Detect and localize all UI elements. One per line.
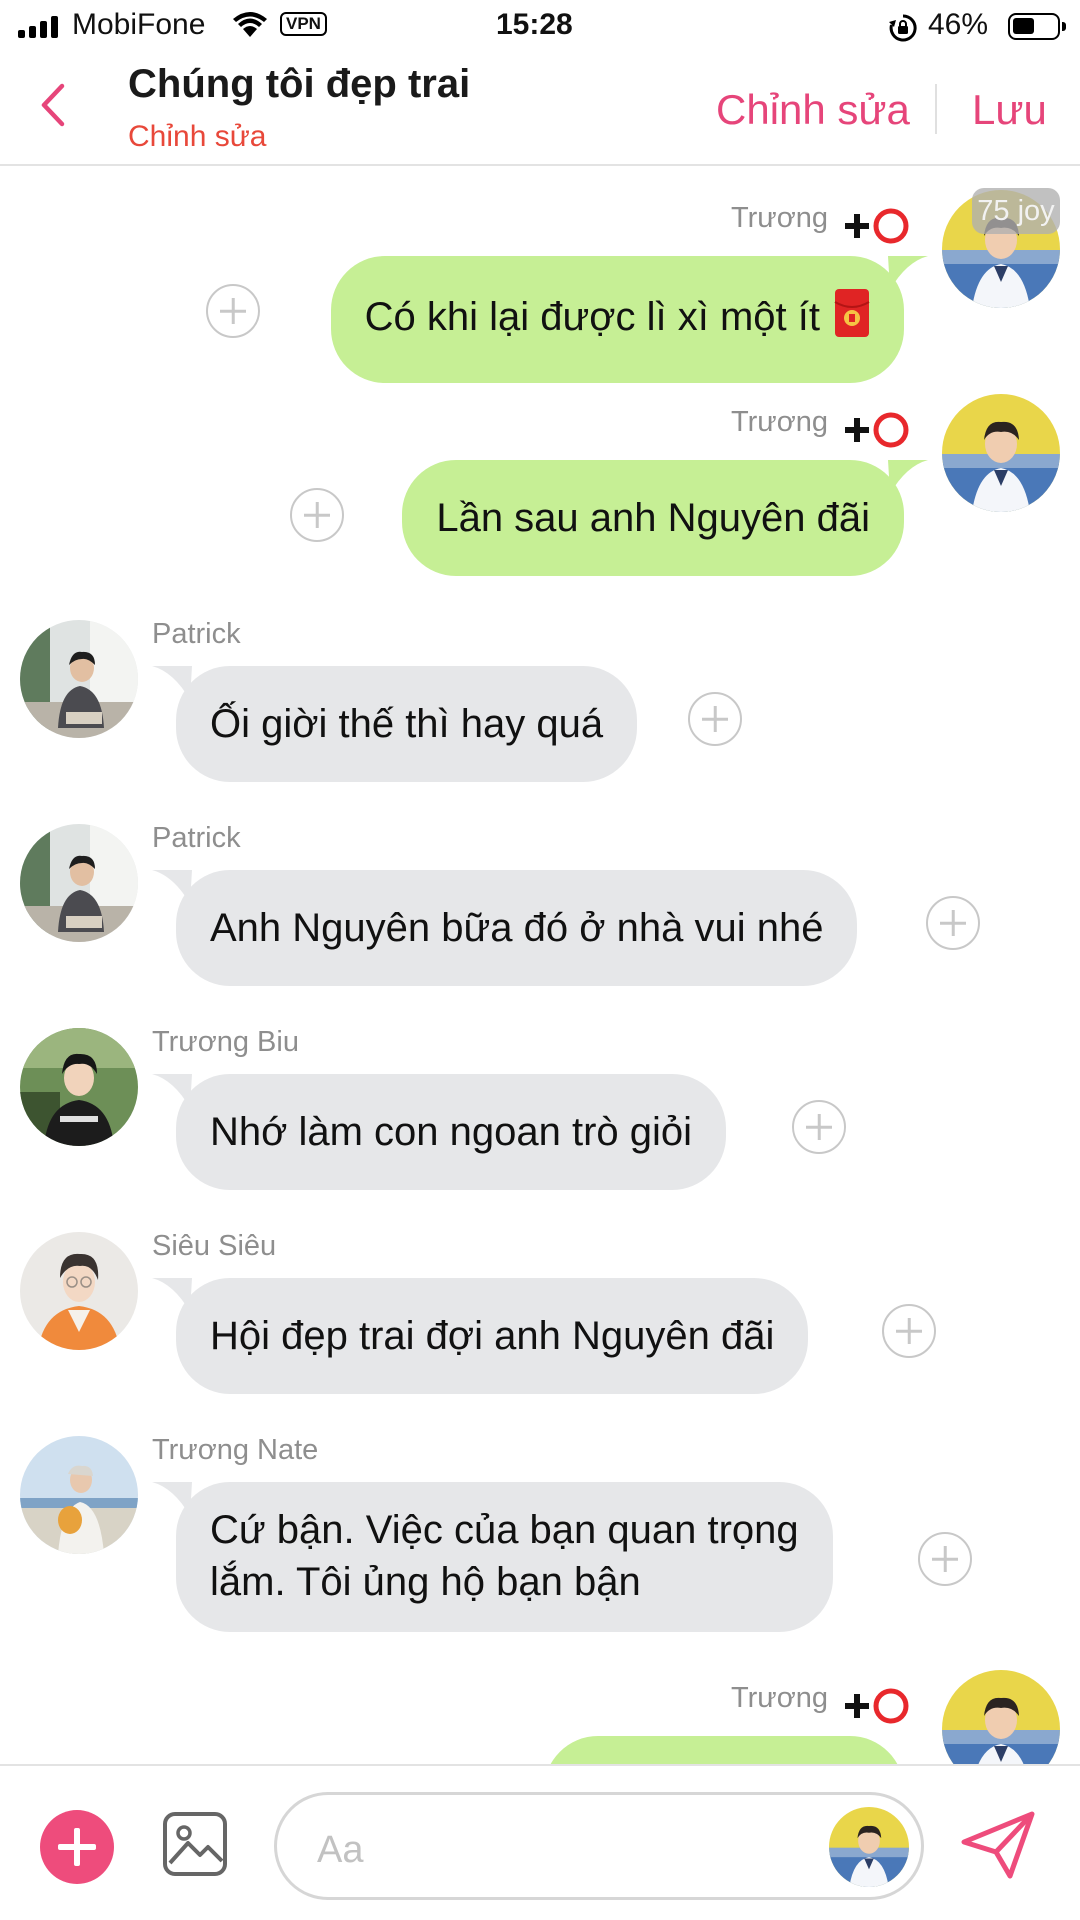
carrier-name: MobiFone bbox=[72, 8, 206, 41]
battery-icon bbox=[1008, 13, 1066, 40]
avatar[interactable] bbox=[20, 1232, 138, 1350]
message-text: Có khi lại được lì xì một ít bbox=[364, 295, 820, 340]
sender-name: Patrick bbox=[152, 618, 241, 650]
add-reaction-button[interactable] bbox=[882, 1304, 936, 1358]
page-subtitle: Chỉnh sửa bbox=[128, 120, 267, 153]
add-reaction-button[interactable] bbox=[206, 284, 260, 338]
avatar[interactable] bbox=[942, 1670, 1060, 1766]
back-chevron-icon[interactable] bbox=[38, 80, 68, 135]
avatar[interactable] bbox=[20, 824, 138, 942]
page-title: Chúng tôi đẹp trai bbox=[128, 62, 471, 106]
add-reaction-button[interactable] bbox=[290, 488, 344, 542]
sender-name: Trương bbox=[731, 202, 828, 234]
message-bubble[interactable]: Cứ bận. Việc của bạn quan trọng lắm. Tôi… bbox=[176, 1482, 833, 1632]
message-bubble[interactable]: Ối giời thế thì hay quá bbox=[176, 666, 638, 782]
avatar[interactable] bbox=[942, 394, 1060, 512]
message-input[interactable]: Aa bbox=[274, 1792, 924, 1900]
chat-header: Chúng tôi đẹp trai Chỉnh sửa Chỉnh sửa L… bbox=[0, 52, 1080, 166]
add-reaction-button[interactable] bbox=[926, 896, 980, 950]
avatar[interactable] bbox=[20, 1436, 138, 1554]
wifi-icon bbox=[232, 11, 268, 44]
plus-icon[interactable] bbox=[40, 1810, 114, 1884]
message-bubble[interactable] bbox=[544, 1736, 904, 1766]
sticker-avatar[interactable] bbox=[829, 1807, 909, 1887]
message-bubble[interactable]: Hội đẹp trai đợi anh Nguyên đãi bbox=[176, 1278, 809, 1394]
joy-badge: 75 joy bbox=[972, 188, 1060, 234]
sender-status-icons bbox=[843, 1686, 909, 1731]
avatar[interactable] bbox=[20, 620, 138, 738]
cellular-signal-icon bbox=[18, 16, 58, 38]
bubble-tail bbox=[888, 460, 928, 499]
battery-percent: 46% bbox=[928, 8, 989, 41]
message-bubble[interactable]: Anh Nguyên bữa đó ở nhà vui nhé bbox=[176, 870, 858, 986]
message-bubble[interactable]: Có khi lại được lì xì một ít bbox=[330, 256, 904, 383]
status-bar: MobiFone VPN 15:28 46% bbox=[0, 0, 1080, 52]
add-reaction-button[interactable] bbox=[688, 692, 742, 746]
rotation-lock-icon bbox=[888, 13, 918, 48]
edit-button[interactable]: Chỉnh sửa bbox=[716, 86, 910, 134]
sender-name: Trương Biu bbox=[152, 1026, 299, 1058]
add-reaction-button[interactable] bbox=[918, 1532, 972, 1586]
sender-name: Trương Nate bbox=[152, 1434, 319, 1466]
message-list[interactable]: Trương 75 joy Có khi lại được lì xì một … bbox=[0, 168, 1080, 1766]
message-bubble[interactable]: Nhớ làm con ngoan trò giỏi bbox=[176, 1074, 727, 1190]
sender-name: Trương bbox=[731, 1682, 828, 1714]
header-divider bbox=[935, 84, 937, 134]
composer-bar: Aa bbox=[0, 1764, 1080, 1920]
sender-name: Siêu Siêu bbox=[152, 1230, 277, 1262]
sender-name: Trương bbox=[731, 406, 828, 438]
add-reaction-button[interactable] bbox=[792, 1100, 846, 1154]
send-icon[interactable] bbox=[960, 1810, 1036, 1885]
sender-status-icons bbox=[843, 206, 909, 251]
sender-name: Patrick bbox=[152, 822, 241, 854]
save-button[interactable]: Lưu bbox=[972, 86, 1047, 134]
message-bubble[interactable]: Lần sau anh Nguyên đãi bbox=[402, 460, 904, 576]
message-text-line: Cứ bận. Việc của bạn quan trọng bbox=[210, 1508, 799, 1552]
vpn-badge: VPN bbox=[280, 12, 327, 36]
message-input-placeholder: Aa bbox=[317, 1829, 364, 1871]
red-envelope-icon bbox=[834, 288, 870, 351]
sender-status-icons bbox=[843, 410, 909, 455]
message-text-line: lắm. Tôi ủng hộ bạn bận bbox=[210, 1560, 641, 1604]
image-icon[interactable] bbox=[162, 1811, 228, 1882]
avatar[interactable] bbox=[20, 1028, 138, 1146]
status-time: 15:28 bbox=[496, 8, 573, 41]
bubble-tail bbox=[888, 256, 928, 295]
